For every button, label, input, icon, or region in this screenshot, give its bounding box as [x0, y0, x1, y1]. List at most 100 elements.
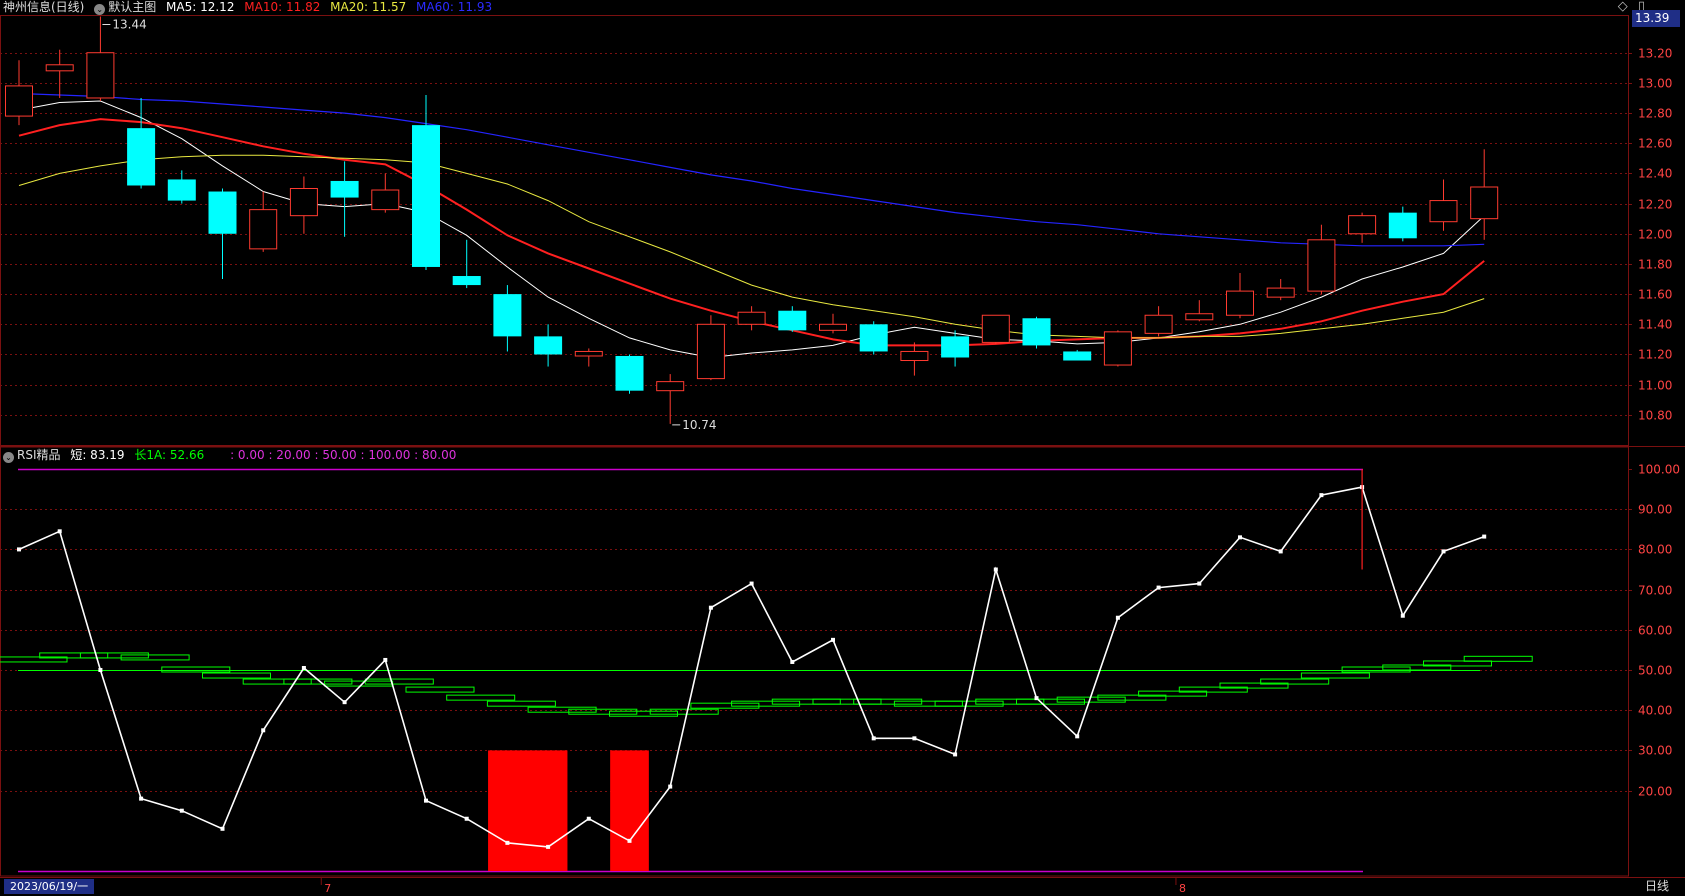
candle	[900, 342, 929, 376]
candle	[330, 161, 359, 237]
price-tick-label: 11.80	[1638, 258, 1672, 272]
candle-body	[656, 381, 685, 392]
rsi-long-step	[812, 698, 882, 705]
rsi-short-point	[1034, 696, 1039, 701]
candle	[249, 191, 278, 252]
candle-body	[330, 180, 359, 198]
candle-body	[941, 336, 970, 358]
candle	[371, 173, 400, 213]
candle	[1307, 224, 1336, 295]
current-price-badge: 13.39	[1632, 10, 1680, 27]
candle	[1185, 300, 1214, 322]
chevron-down-icon[interactable]: ⌄	[3, 452, 14, 463]
candle-body	[1063, 351, 1092, 361]
rsi-indicator-name[interactable]: RSI精品	[17, 448, 61, 462]
rsi-tick-label: 40.00	[1638, 704, 1672, 718]
candle-body	[1470, 186, 1499, 220]
rsi-long-step	[446, 694, 516, 701]
candle	[493, 285, 522, 352]
ma20-label: MA20: 11.57	[330, 0, 407, 14]
rsi-short-point	[17, 547, 21, 552]
candle	[1388, 206, 1417, 242]
rsi-short-line	[18, 486, 1485, 848]
rsi-levels-label: : 0.00 : 20.00 : 50.00 : 100.00 : 80.00	[230, 448, 457, 462]
rsi-short-point	[586, 816, 591, 821]
rsi-short-point	[1441, 549, 1446, 554]
rsi-long-label: 长1A: 52.66	[134, 448, 205, 462]
candle-body	[615, 355, 644, 391]
candle-body	[1103, 331, 1132, 366]
candle	[412, 94, 440, 270]
candle	[778, 306, 807, 332]
candle	[941, 330, 970, 367]
candle-body	[45, 64, 74, 72]
ma-line-ma60	[18, 92, 1485, 247]
rsi-short-point	[749, 581, 754, 586]
candle-body	[1226, 290, 1254, 316]
candle	[656, 374, 685, 424]
stock-title[interactable]: 神州信息(日线)	[3, 0, 84, 14]
rsi-short-point	[57, 529, 62, 534]
candle	[1470, 149, 1499, 240]
rsi-short-point	[993, 567, 998, 572]
rsi-tick-label: 80.00	[1638, 543, 1672, 557]
rsi-long-step	[405, 686, 475, 693]
rsi-long-step	[242, 678, 312, 685]
price-tick-label: 11.00	[1638, 379, 1672, 393]
candle-body	[208, 191, 237, 234]
candle	[86, 16, 115, 101]
candle-body	[737, 311, 766, 325]
rsi-short-point	[1278, 549, 1283, 554]
rsi-short-point	[1075, 734, 1080, 739]
extreme-label: 13.44	[112, 18, 146, 32]
main-panel-border	[0, 15, 1629, 446]
candle	[45, 49, 74, 98]
rsi-panel	[0, 468, 1533, 873]
diamond-icon[interactable]: ◇	[1618, 0, 1628, 14]
rsi-short-point	[464, 816, 469, 821]
rsi-short-point	[790, 659, 795, 664]
candle	[819, 313, 847, 334]
candle-body	[1022, 318, 1051, 346]
rsi-legend: ⌄ RSI精品 短: 83.19 长1A: 52.66 : 0.00 : 20.0…	[3, 448, 462, 463]
candle-body	[167, 179, 196, 201]
candle-body	[249, 209, 278, 250]
candle	[981, 314, 1010, 344]
rsi-short-point	[668, 784, 673, 789]
candle	[452, 239, 481, 289]
rsi-short-label: 短: 83.19	[70, 448, 125, 462]
rsi-short-point	[1238, 535, 1242, 540]
candle-body	[452, 276, 481, 286]
price-tick-label: 12.80	[1638, 107, 1672, 121]
candle-body	[534, 336, 563, 355]
chart-template-name[interactable]: 默认主图	[108, 0, 156, 14]
candle	[574, 348, 603, 367]
rsi-tick-label: 50.00	[1638, 664, 1672, 678]
price-tick-label: 12.60	[1638, 137, 1672, 151]
rsi-long-step	[486, 700, 556, 707]
price-tick-label: 13.00	[1638, 77, 1672, 91]
date-cursor-badge: 2023/06/19/一	[4, 879, 95, 894]
candle-body	[859, 324, 888, 352]
candle	[208, 188, 237, 280]
price-tick-label: 11.40	[1638, 318, 1672, 332]
rsi-tick-label: 90.00	[1638, 503, 1672, 517]
candle-body	[696, 323, 725, 380]
candle-body	[778, 310, 807, 331]
rsi-short-point	[1319, 493, 1324, 498]
candle	[1063, 349, 1092, 361]
rsi-tick-label: 60.00	[1638, 624, 1672, 638]
rsi-panel-border	[0, 446, 1629, 877]
candle	[1022, 316, 1051, 349]
candle-body	[371, 189, 400, 211]
rsi-short-point	[871, 736, 876, 741]
period-label[interactable]: 日线	[1645, 879, 1669, 894]
chevron-down-icon[interactable]: ⌄	[94, 4, 106, 15]
rsi-signal-bar	[610, 750, 649, 871]
ma5-label: MA5: 12.12	[166, 0, 235, 14]
rsi-short-point	[831, 637, 835, 642]
candle-body	[127, 128, 156, 186]
candle-body	[86, 52, 115, 99]
rsi-short-point	[627, 838, 632, 843]
candle	[534, 324, 563, 367]
